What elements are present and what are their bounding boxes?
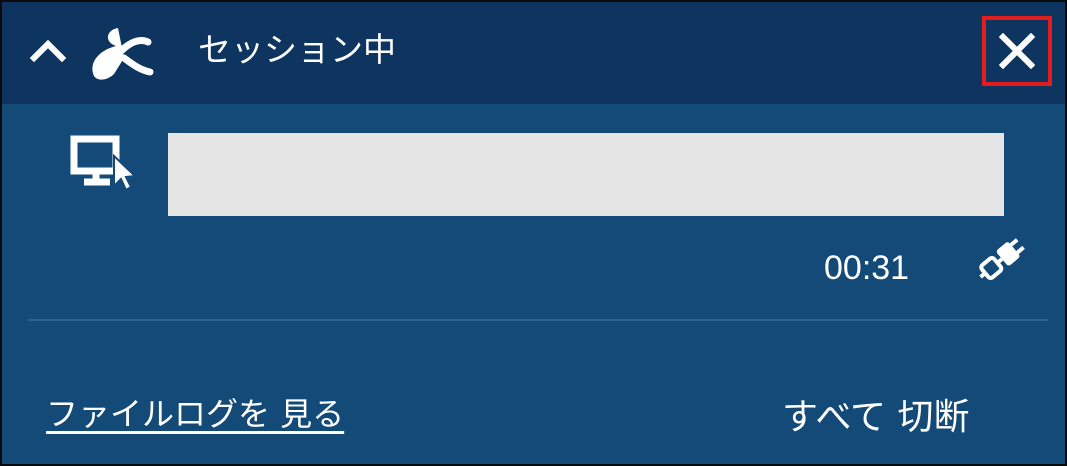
- chevron-up-icon: [29, 39, 67, 63]
- remote-desktop-icon: [70, 134, 142, 196]
- window-title: セッション中: [198, 30, 396, 69]
- splashtop-logo-icon: [82, 20, 158, 84]
- close-icon: [999, 33, 1035, 69]
- divider: [28, 319, 1048, 321]
- view-file-log-link[interactable]: ファイルログを 見る: [46, 392, 344, 436]
- collapse-button[interactable]: [28, 32, 68, 68]
- session-window: セッション中 00:31 ファイルログを 見る すべて 切断: [0, 0, 1067, 466]
- elapsed-time: 00:31: [824, 249, 910, 287]
- close-button[interactable]: [982, 16, 1052, 86]
- disconnect-all-button[interactable]: すべて 切断: [782, 394, 969, 442]
- title-bar: セッション中: [2, 2, 1065, 104]
- plug-connection-icon[interactable]: [972, 234, 1032, 284]
- computer-name-field[interactable]: [168, 133, 1004, 216]
